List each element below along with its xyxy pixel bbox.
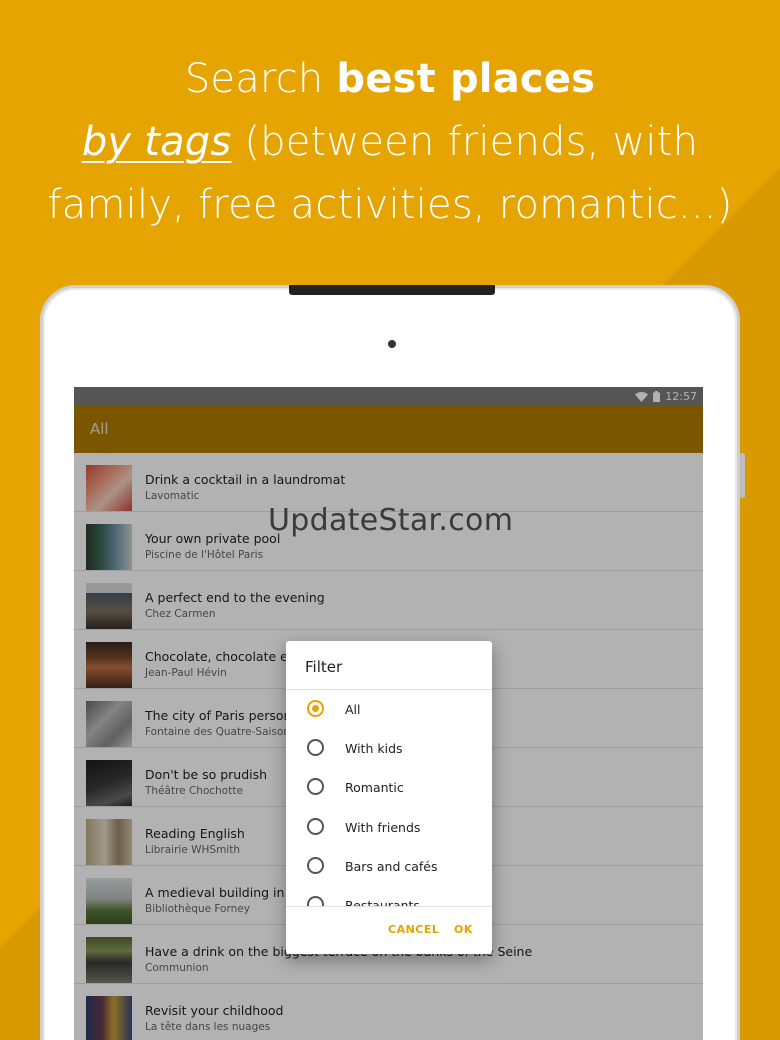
option-label: Romantic [345,780,404,795]
radio-checked-icon[interactable] [307,700,324,717]
cancel-button[interactable]: CANCEL [388,923,439,936]
side-button [740,453,745,498]
headline-line3: family, free activities, romantic...) [47,182,733,228]
watermark-text: UpdateStar.com [268,503,514,538]
filter-options: All With kids Romantic With friends Bars… [286,690,492,906]
filter-dialog: Filter All With kids Romantic With frien… [286,641,492,954]
filter-option-with-friends[interactable]: With friends [286,808,492,847]
option-label: Restaurants [345,898,420,906]
option-label: With kids [345,741,403,756]
radio-unchecked-icon[interactable] [307,739,324,756]
camera-icon [388,340,396,348]
tablet-notch [289,285,495,295]
option-label: All [345,702,361,717]
promo-headline: Search best places by tags (between frie… [0,48,780,237]
radio-unchecked-icon[interactable] [307,818,324,835]
radio-unchecked-icon[interactable] [307,857,324,874]
filter-option-restaurants[interactable]: Restaurants [286,886,492,906]
radio-unchecked-icon[interactable] [307,896,324,906]
filter-option-with-kids[interactable]: With kids [286,729,492,768]
radio-unchecked-icon[interactable] [307,778,324,795]
headline-line1-pre: Search [184,56,337,102]
ok-button[interactable]: OK [454,923,473,936]
filter-option-bars-cafes[interactable]: Bars and cafés [286,847,492,886]
option-label: Bars and cafés [345,859,438,874]
filter-option-all[interactable]: All [286,690,492,729]
headline-line1-bold: best places [336,56,596,102]
divider [286,906,492,907]
headline-line2-underlined: by tags [81,119,232,165]
filter-option-romantic[interactable]: Romantic [286,768,492,807]
headline-line2-rest: (between friends, with [231,119,699,165]
option-label: With friends [345,820,421,835]
dialog-title: Filter [305,658,343,676]
